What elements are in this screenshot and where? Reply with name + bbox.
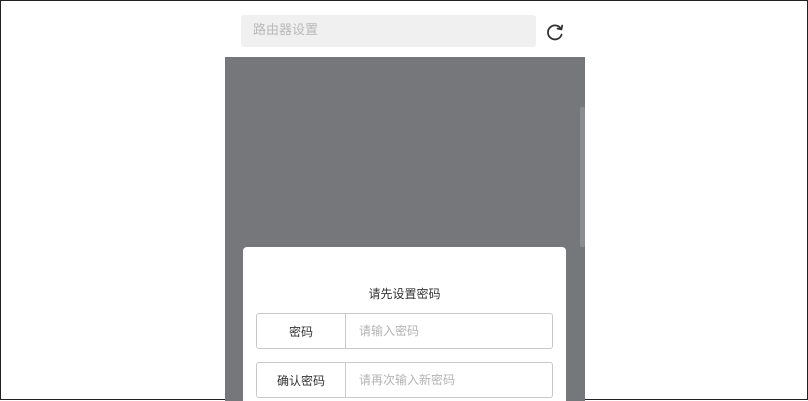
dialog-title: 请先设置密码 [368,287,441,301]
scrollbar[interactable] [580,57,585,401]
confirm-password-label: 确认密码 [257,363,346,397]
scrollbar-thumb[interactable] [580,107,585,247]
refresh-icon[interactable] [545,22,565,42]
password-label: 密码 [257,314,346,348]
set-password-dialog: 请先设置密码 密码 确认密码 [243,247,566,401]
confirm-password-input[interactable] [346,363,552,397]
password-input[interactable] [346,314,552,348]
top-bar: 路由器设置 [225,1,585,57]
confirm-password-field-row: 确认密码 [256,362,553,398]
password-field-row: 密码 [256,313,553,349]
phone-screen: 路由器设置 请先设置密码 密码 确认密码 [225,1,585,401]
search-input[interactable]: 路由器设置 [241,15,536,47]
